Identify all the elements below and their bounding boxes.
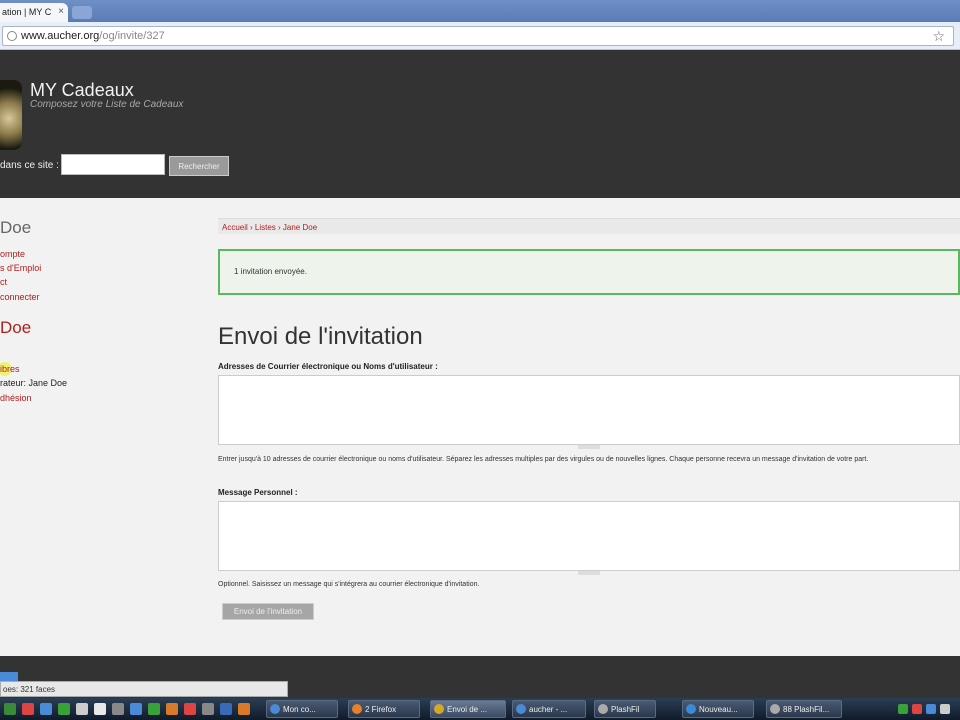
folder-icon (270, 704, 280, 714)
emails-label: Adresses de Courrier électronique ou Nom… (218, 362, 438, 371)
site-name[interactable]: MY Cadeaux (30, 80, 134, 101)
quicklaunch-icon-10[interactable] (184, 703, 196, 715)
taskbar-button-flashfil-2[interactable]: 88 PlashFil... (766, 700, 842, 718)
quicklaunch-icon-8[interactable] (148, 703, 160, 715)
app-icon (686, 704, 696, 714)
message-textarea[interactable] (218, 501, 960, 571)
emails-textarea[interactable] (218, 375, 960, 445)
taskbar-button-chrome[interactable]: Envoi de ... (430, 700, 506, 718)
emails-resize-grip[interactable] (578, 445, 600, 449)
message-resize-grip[interactable] (578, 571, 600, 575)
quicklaunch-icon-13[interactable] (238, 703, 250, 715)
status-message: 1 invitation envoyée. (218, 249, 960, 295)
breadcrumb[interactable]: Accueil › Listes › Jane Doe (218, 218, 960, 234)
start-orb-icon[interactable] (4, 703, 16, 715)
user-block-title: Doe (0, 218, 32, 237)
url-field[interactable]: www.aucher.org/og/invite/327 ☆ (2, 26, 954, 46)
address-bar-area: www.aucher.org/og/invite/327 ☆ (0, 22, 960, 50)
app-icon (516, 704, 526, 714)
taskbar-button-aucher[interactable]: aucher - ... (512, 700, 586, 718)
browser-status-bar: oes: 321 faces (0, 681, 288, 697)
sidebar: Doe ompte s d'Emploi ct connecter Doe ib… (0, 198, 212, 656)
quicklaunch-icon-11[interactable] (202, 703, 214, 715)
search-label: dans ce site : (0, 160, 59, 171)
group-block-title[interactable]: Doe (0, 318, 31, 338)
browser-tab[interactable]: ation | MY C × (0, 3, 68, 22)
taskbar-button-flashfil[interactable]: PlashFil (594, 700, 656, 718)
search-input[interactable] (61, 154, 165, 175)
site-logo[interactable] (0, 80, 22, 150)
sidebar-link-logout[interactable]: connecter (0, 292, 40, 302)
search-button[interactable]: Rechercher (169, 156, 229, 176)
site-header: MY Cadeaux Composez votre Liste de Cadea… (0, 50, 960, 198)
group-admin-text: rateur: Jane Doe (0, 378, 68, 388)
emails-help-text: Entrer jusqu'à 10 adresses de courrier é… (218, 456, 869, 463)
page-title: Envoi de l'invitation (218, 323, 423, 350)
new-tab-button[interactable] (72, 6, 92, 19)
taskbar-button-firefox[interactable]: 2 Firefox (348, 700, 420, 718)
tray-icon-1[interactable] (898, 704, 908, 714)
tray-icon-2[interactable] (912, 704, 922, 714)
app-icon (598, 704, 608, 714)
quicklaunch-icon-9[interactable] (166, 703, 178, 715)
app-icon (770, 704, 780, 714)
quicklaunch-icon-6[interactable] (112, 703, 124, 715)
sidebar-link-account[interactable]: ompte (0, 249, 25, 259)
url-host: www.aucher.org (21, 30, 100, 42)
main-content: Accueil › Listes › Jane Doe 1 invitation… (218, 198, 960, 656)
close-icon[interactable]: × (58, 6, 64, 17)
site-slogan: Composez votre Liste de Cadeaux (30, 99, 184, 110)
quicklaunch-icon-4[interactable] (76, 703, 88, 715)
taskbar-button-nouveau[interactable]: Nouveau... (682, 700, 754, 718)
send-invitation-button[interactable]: Envoi de l'invitation (222, 603, 314, 620)
os-taskbar: Mon co... 2 Firefox Envoi de ... aucher … (0, 698, 960, 720)
chrome-icon (434, 704, 444, 714)
url-path: /og/invite/327 (99, 30, 165, 42)
bookmark-star-icon[interactable]: ☆ (932, 28, 945, 45)
tray-icon-3[interactable] (926, 704, 936, 714)
message-label: Message Personnel : (218, 488, 298, 497)
globe-icon (7, 31, 17, 41)
taskbar-button-explorer[interactable]: Mon co... (266, 700, 338, 718)
tab-title: ation | MY C (2, 7, 52, 17)
message-help-text: Optionnel. Saisissez un message qui s'in… (218, 581, 480, 588)
quicklaunch-icon-1[interactable] (22, 703, 34, 715)
browser-tab-bar: ation | MY C × (0, 0, 960, 22)
sidebar-link-contact[interactable]: ct (0, 277, 7, 287)
quicklaunch-icon-3[interactable] (58, 703, 70, 715)
quicklaunch-icon-2[interactable] (40, 703, 52, 715)
tray-icon-4[interactable] (940, 704, 950, 714)
quicklaunch-icon-12[interactable] (220, 703, 232, 715)
quicklaunch-icon-7[interactable] (130, 703, 142, 715)
sidebar-link-membership[interactable]: dhésion (0, 393, 32, 403)
quicklaunch-icon-5[interactable] (94, 703, 106, 715)
sidebar-link-jobs[interactable]: s d'Emploi (0, 263, 41, 273)
sidebar-link-members[interactable]: ibres (0, 364, 20, 374)
firefox-icon (352, 704, 362, 714)
